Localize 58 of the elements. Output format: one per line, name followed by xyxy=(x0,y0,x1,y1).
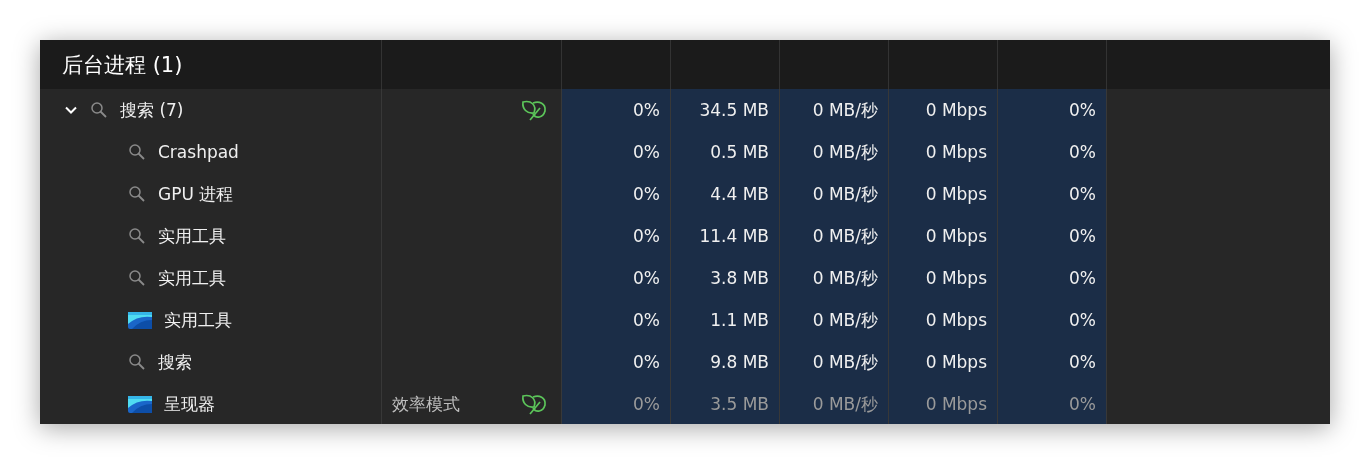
process-name: 搜索 (7) xyxy=(120,98,184,122)
metric-value: 0 MB/秒 xyxy=(812,140,878,164)
metric-value: 0 Mbps xyxy=(925,310,987,330)
metric-value: 0 MB/秒 xyxy=(812,182,878,206)
metric-value: 0% xyxy=(633,142,660,162)
metric-value: 0.5 MB xyxy=(710,142,769,162)
search-icon xyxy=(90,101,108,119)
metric-value: 11.4 MB xyxy=(699,226,769,246)
search-icon xyxy=(128,269,146,287)
metric-value: 0 MB/秒 xyxy=(812,392,878,416)
metric-value: 34.5 MB xyxy=(699,100,769,120)
metric-value: 0% xyxy=(1069,226,1096,246)
metric-value: 0% xyxy=(633,226,660,246)
process-name: GPU 进程 xyxy=(158,182,234,206)
metric-value: 0 MB/秒 xyxy=(812,308,878,332)
metric-value: 0% xyxy=(1069,352,1096,372)
process-name: 实用工具 xyxy=(158,224,226,248)
process-name: 实用工具 xyxy=(164,308,232,332)
metric-value: 0 MB/秒 xyxy=(812,350,878,374)
search-icon xyxy=(128,143,146,161)
section-title: 后台进程 (1) xyxy=(62,51,183,79)
search-icon xyxy=(128,353,146,371)
metric-value: 3.5 MB xyxy=(710,394,769,414)
metric-value: 0% xyxy=(1069,394,1096,414)
metric-value: 0 Mbps xyxy=(925,352,987,372)
metric-value: 0 Mbps xyxy=(925,226,987,246)
app-window-icon xyxy=(128,311,152,329)
metric-value: 0 Mbps xyxy=(925,184,987,204)
process-name: 实用工具 xyxy=(158,266,226,290)
status-text: 效率模式 xyxy=(392,392,460,416)
metric-value: 0 Mbps xyxy=(925,100,987,120)
metric-value: 0% xyxy=(633,394,660,414)
metric-value: 0% xyxy=(1069,268,1096,288)
metric-value: 0 MB/秒 xyxy=(812,98,878,122)
metric-value: 0% xyxy=(633,310,660,330)
process-name: 呈现器 xyxy=(164,392,215,416)
metric-value: 1.1 MB xyxy=(710,310,769,330)
metric-value: 4.4 MB xyxy=(710,184,769,204)
metric-value: 0% xyxy=(633,268,660,288)
metric-value: 0% xyxy=(633,184,660,204)
metric-value: 0% xyxy=(1069,184,1096,204)
process-name: Crashpad xyxy=(158,142,239,162)
metric-value: 0% xyxy=(633,352,660,372)
metric-value: 3.8 MB xyxy=(710,268,769,288)
metric-value: 0% xyxy=(633,100,660,120)
metric-value: 0% xyxy=(1069,310,1096,330)
process-name: 搜索 xyxy=(158,350,192,374)
metric-value: 0 MB/秒 xyxy=(812,224,878,248)
app-window-icon xyxy=(128,395,152,413)
search-icon xyxy=(128,227,146,245)
search-icon xyxy=(128,185,146,203)
metric-value: 0 Mbps xyxy=(925,142,987,162)
metric-value: 0 Mbps xyxy=(925,394,987,414)
metric-value: 0% xyxy=(1069,142,1096,162)
metric-value: 0% xyxy=(1069,100,1096,120)
metric-value: 0 MB/秒 xyxy=(812,266,878,290)
metric-value: 9.8 MB xyxy=(710,352,769,372)
metric-value: 0 Mbps xyxy=(925,268,987,288)
